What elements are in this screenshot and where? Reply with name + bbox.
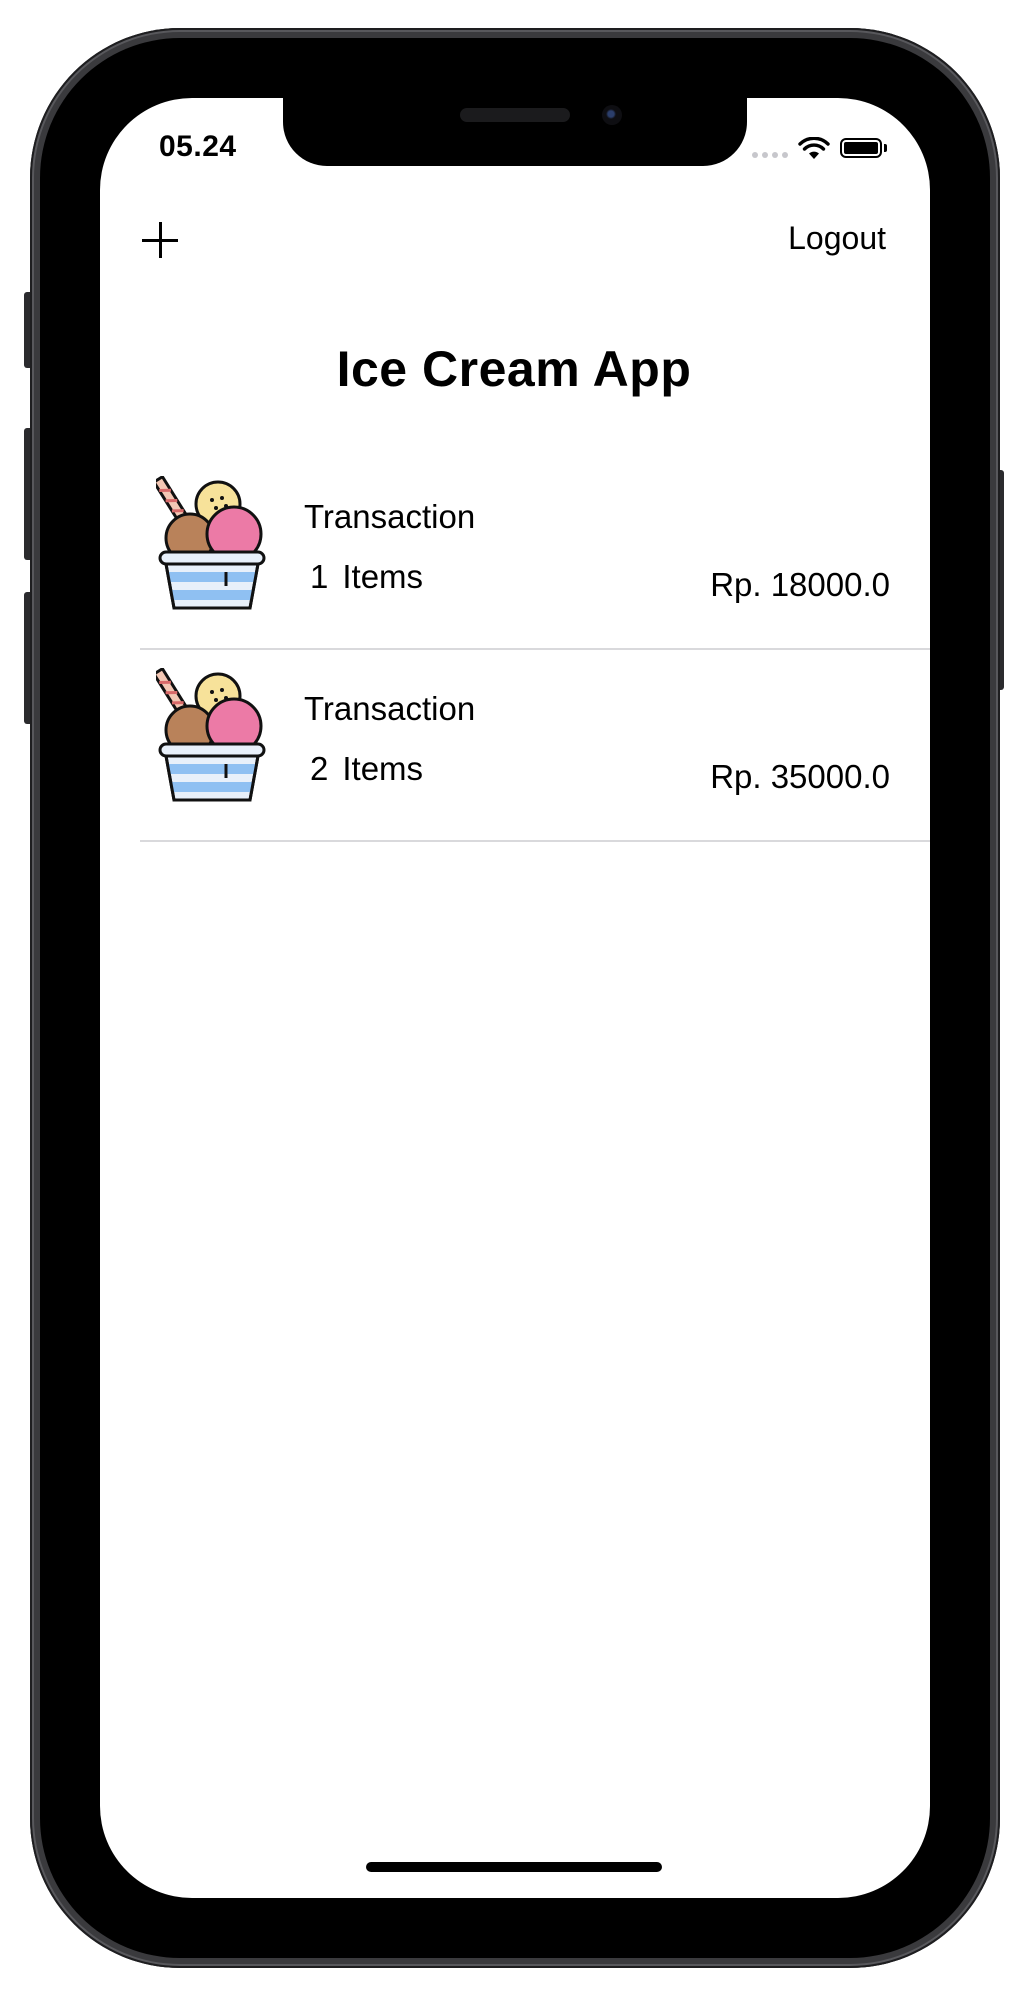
transaction-price: Rp. 18000.0 <box>710 566 890 603</box>
speaker-grille <box>460 108 570 122</box>
ice-cream-cup-icon <box>156 668 266 802</box>
page-title: Ice Cream App <box>336 341 692 397</box>
transaction-title: Transaction <box>304 690 476 727</box>
item-count-value: 2 <box>310 750 329 787</box>
transaction-row[interactable]: Transaction 2 Items Rp. 35000.0 <box>140 650 930 842</box>
item-count-label: Items <box>342 750 424 787</box>
battery-icon <box>840 138 882 158</box>
item-count-value: 1 <box>310 558 329 595</box>
transaction-price: Rp. 35000.0 <box>710 758 890 795</box>
signal-icon <box>752 152 788 158</box>
transaction-item-count: 2 Items <box>310 750 423 788</box>
add-button[interactable] <box>140 220 180 260</box>
transaction-title: Transaction <box>304 498 476 535</box>
logout-button[interactable]: Logout <box>788 220 886 257</box>
ice-cream-cup-icon <box>156 476 266 610</box>
battery-tip <box>884 144 887 152</box>
transaction-row[interactable]: Transaction 1 Items Rp. 18000.0 <box>140 458 930 650</box>
transaction-item-count: 1 Items <box>310 558 423 596</box>
status-time: 05.24 <box>159 130 237 163</box>
item-count-label: Items <box>342 558 424 595</box>
wifi-icon <box>798 137 830 159</box>
front-camera <box>602 105 622 125</box>
home-indicator[interactable] <box>366 1862 662 1872</box>
